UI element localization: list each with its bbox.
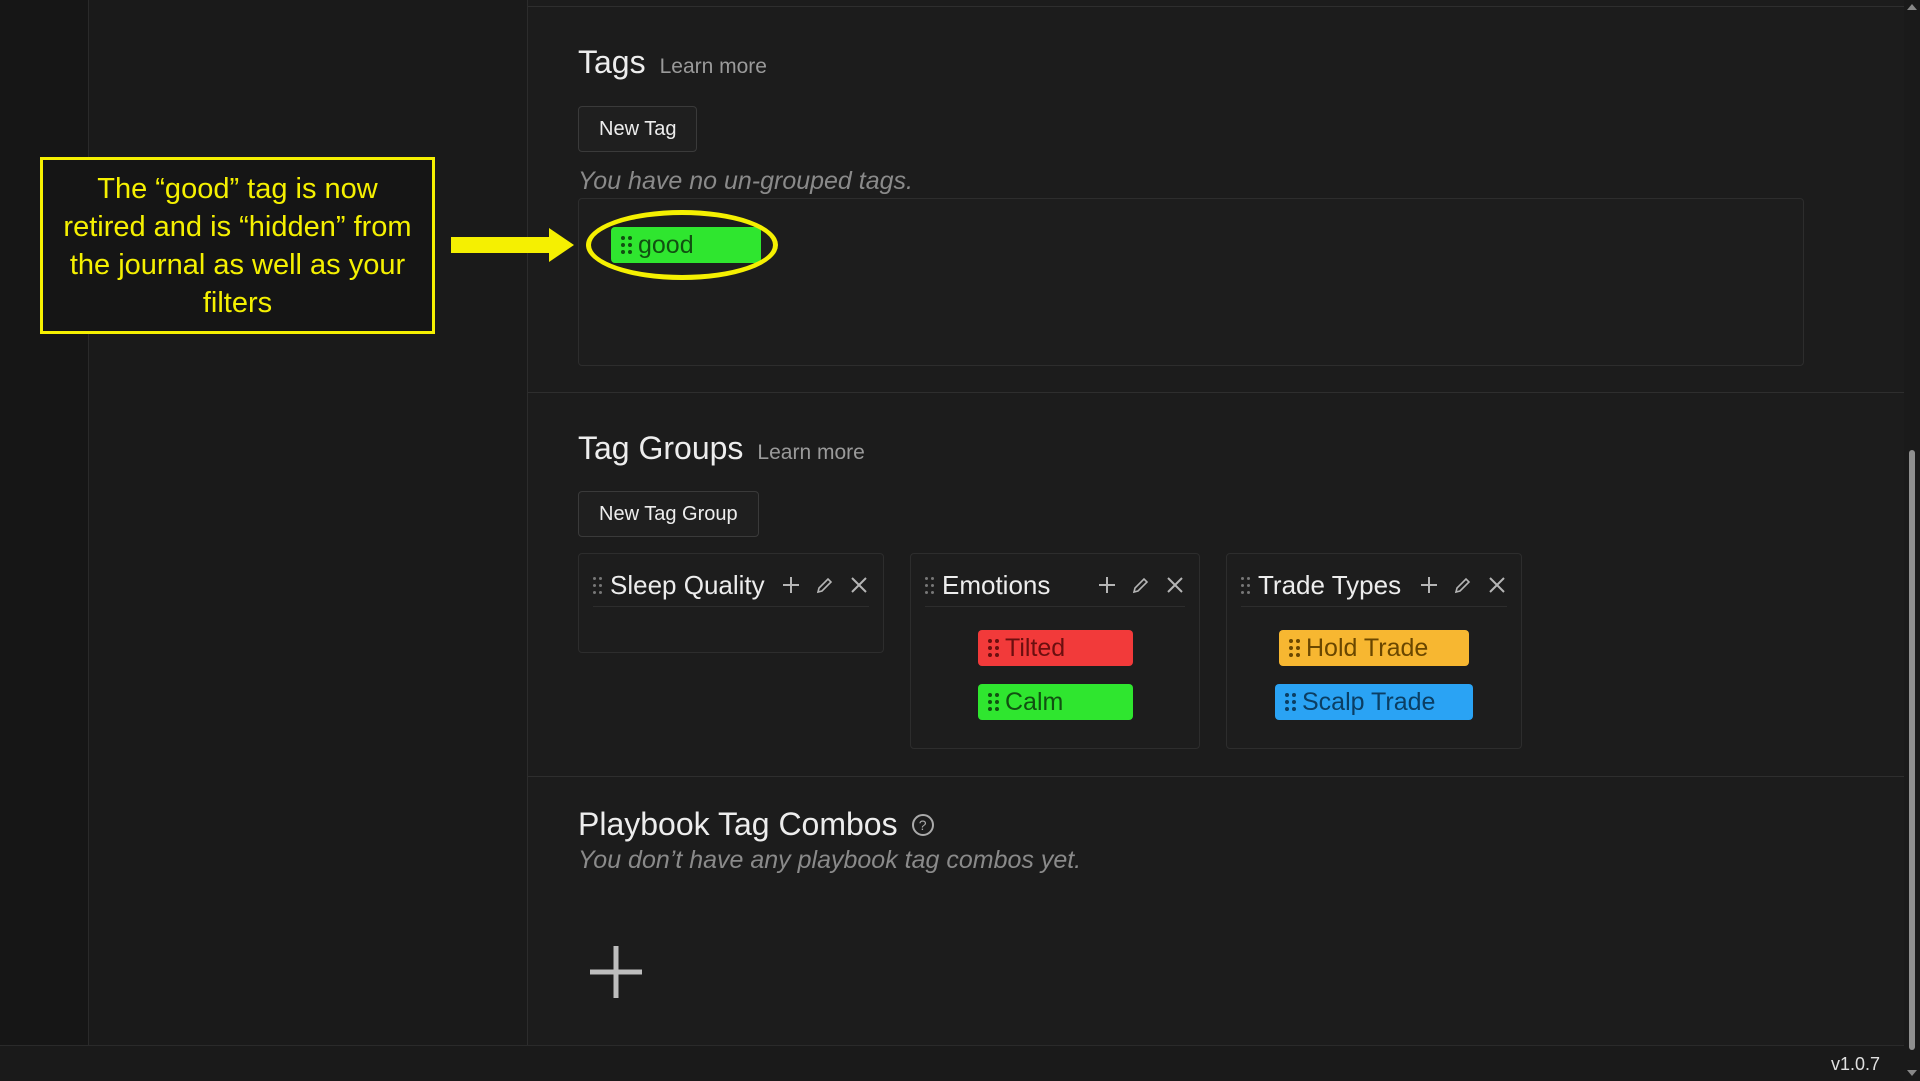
scroll-down-icon[interactable] — [1907, 1070, 1917, 1076]
group-name: Emotions — [942, 569, 1051, 600]
playbook-header: Playbook Tag Combos ? — [578, 806, 934, 843]
tag-chip-hold-trade[interactable]: Hold Trade — [1279, 630, 1469, 666]
drag-handle-icon[interactable] — [1241, 576, 1250, 594]
app-version: v1.0.7 — [1830, 1054, 1880, 1074]
ungrouped-tags-area: good — [578, 198, 1804, 366]
annotation-arrow-head — [549, 228, 574, 262]
drag-handle-icon[interactable] — [925, 576, 934, 594]
pencil-icon[interactable] — [815, 575, 835, 595]
tag-chip-tilted[interactable]: Tilted — [978, 630, 1133, 666]
tags-header: Tags Learn more — [578, 44, 767, 81]
tags-learn-more-link[interactable]: Learn more — [660, 55, 767, 79]
pencil-icon[interactable] — [1131, 575, 1151, 595]
tag-group-card: Emotions Tilted Calm — [910, 553, 1200, 749]
tag-groups-title: Tag Groups — [578, 430, 744, 466]
tag-groups-header: Tag Groups Learn more — [578, 430, 865, 467]
plus-icon[interactable] — [781, 575, 801, 595]
plus-icon[interactable] — [1097, 575, 1117, 595]
section-divider — [528, 392, 1904, 393]
drag-handle-icon[interactable] — [1285, 693, 1296, 711]
annotation-callout: The “good” tag is now retired and is “hi… — [40, 157, 435, 334]
tags-title: Tags — [578, 44, 646, 80]
footer-bar: v1.0.7 — [0, 1045, 1904, 1081]
ungrouped-empty-text: You have no un-grouped tags. — [578, 167, 913, 195]
settings-main: Tags Learn more New Tag You have no un-g… — [528, 0, 1904, 1045]
top-divider — [528, 6, 1904, 7]
help-circle-icon[interactable]: ? — [911, 813, 934, 836]
drag-handle-icon[interactable] — [988, 693, 999, 711]
playbook-empty-text: You don’t have any playbook tag combos y… — [578, 846, 1082, 874]
close-icon[interactable] — [1165, 575, 1185, 595]
section-divider — [528, 776, 1904, 777]
tag-groups-learn-more-link[interactable]: Learn more — [757, 441, 864, 465]
group-header: Sleep Quality — [593, 564, 869, 607]
new-tag-group-button[interactable]: New Tag Group — [578, 491, 759, 537]
tag-group-card: Sleep Quality — [578, 553, 884, 653]
tag-label: Tilted — [1005, 633, 1066, 662]
tag-group-card: Trade Types Hold Trade Scalp Trade — [1226, 553, 1522, 749]
playbook-title: Playbook Tag Combos — [578, 806, 898, 842]
drag-handle-icon[interactable] — [593, 576, 602, 594]
scroll-thumb[interactable] — [1909, 450, 1915, 1050]
plus-icon — [590, 946, 642, 998]
drag-handle-icon[interactable] — [1289, 639, 1300, 657]
annotation-arrow — [451, 237, 551, 253]
close-icon[interactable] — [849, 575, 869, 595]
tag-chip-calm[interactable]: Calm — [978, 684, 1133, 720]
drag-handle-icon[interactable] — [988, 639, 999, 657]
new-tag-button[interactable]: New Tag — [578, 106, 698, 152]
tag-label: Hold Trade — [1306, 633, 1429, 662]
add-playbook-combo-button[interactable] — [586, 942, 646, 1002]
pencil-icon[interactable] — [1453, 575, 1473, 595]
tag-chip-scalp-trade[interactable]: Scalp Trade — [1275, 684, 1473, 720]
close-icon[interactable] — [1487, 575, 1507, 595]
plus-icon[interactable] — [1419, 575, 1439, 595]
group-header: Emotions — [925, 564, 1185, 607]
group-name: Trade Types — [1258, 569, 1402, 600]
tag-label: Calm — [1005, 687, 1064, 716]
annotation-highlight — [586, 210, 778, 280]
group-name: Sleep Quality — [610, 569, 765, 600]
vertical-scrollbar[interactable] — [1904, 0, 1920, 1080]
scroll-up-icon[interactable] — [1907, 4, 1917, 10]
group-header: Trade Types — [1241, 564, 1507, 607]
tag-label: Scalp Trade — [1302, 687, 1436, 716]
